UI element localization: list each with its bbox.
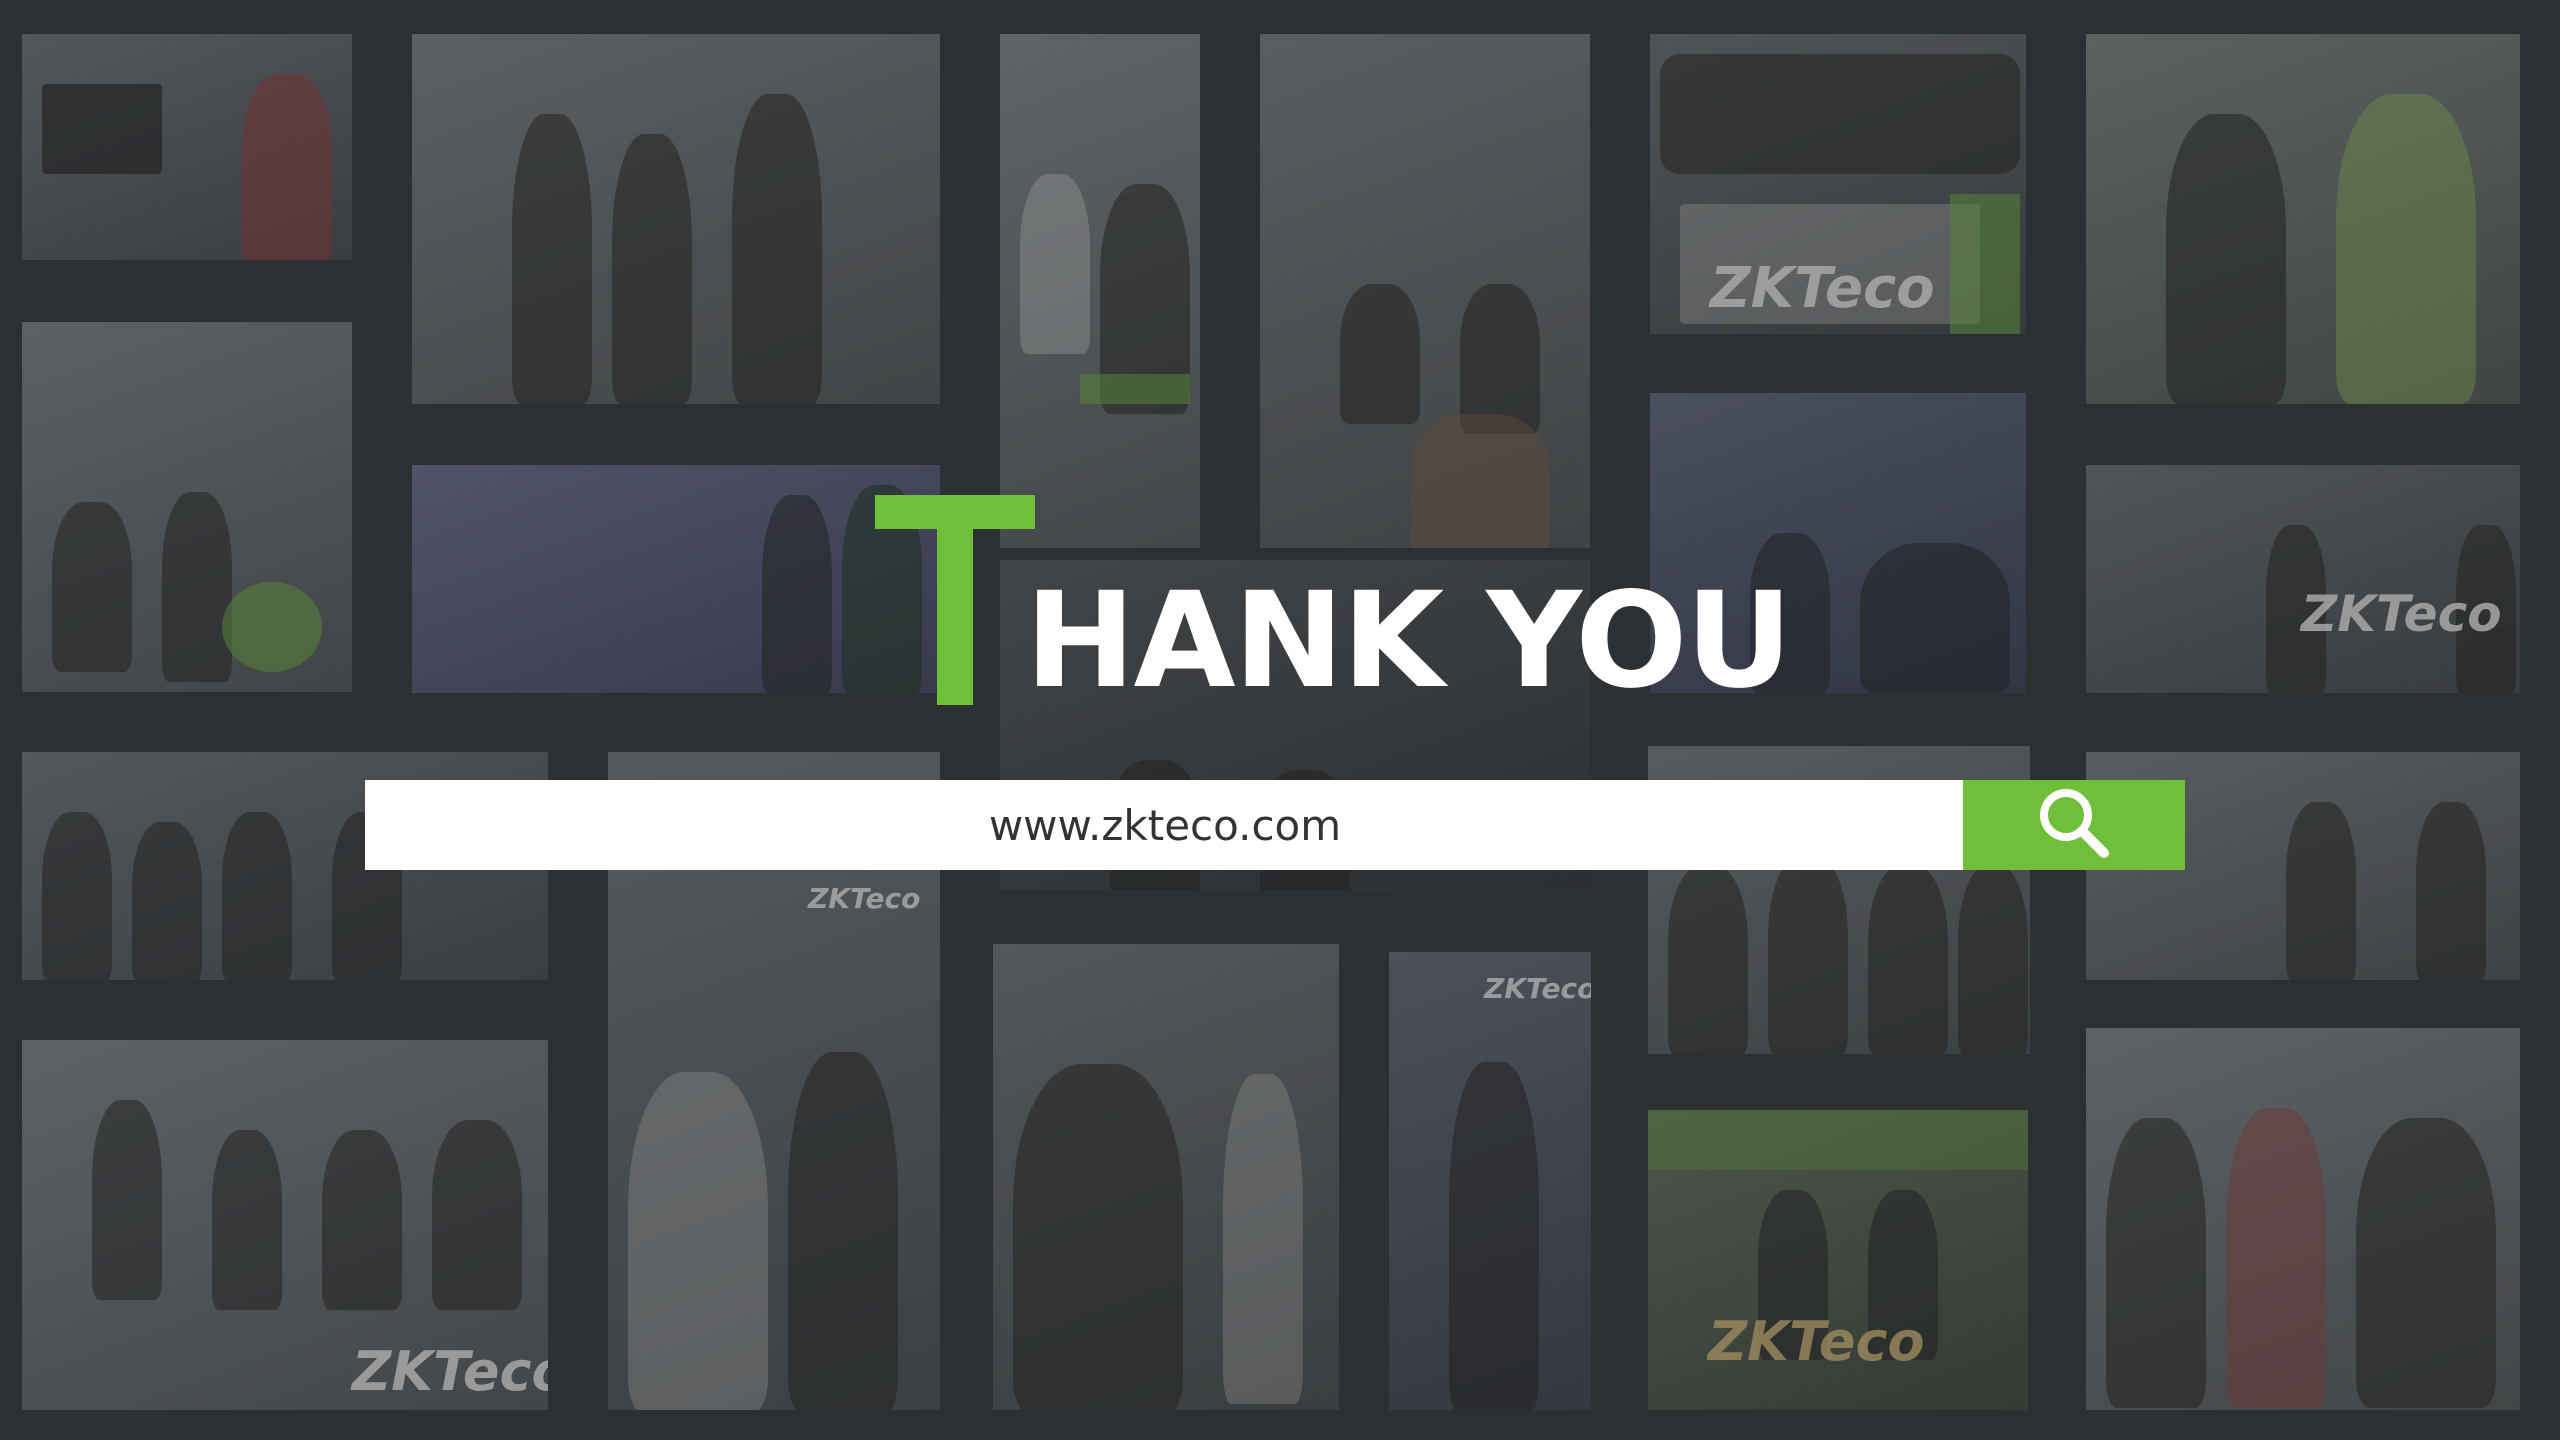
photo-booth-team: ZKTeco (22, 1040, 548, 1410)
photo-cycling-event (2086, 34, 2520, 404)
photo-gala-guest (993, 944, 1339, 1410)
photo-team-group-zkteco: ZKTeco (1650, 34, 2026, 334)
zkteco-logo: ZKTeco (808, 882, 921, 915)
website-url: www.zkteco.com (988, 800, 1342, 850)
zkteco-logo: ZKTeco (1710, 256, 1935, 321)
photo-booth-stand: ZKTeco (2086, 465, 2520, 693)
photo-stage-presentation (412, 34, 940, 404)
photo-perimeter-booth: ZKTeco (1648, 1110, 2028, 1410)
title-first-letter (875, 495, 1035, 705)
photo-team-celebration (2086, 1028, 2520, 1410)
photo-gala-dinner (1260, 34, 1590, 548)
title-text: HANK YOU (1025, 564, 1793, 718)
zkteco-sign: ZKTeco (1708, 1310, 1925, 1373)
zkteco-logo: ZKTeco (2301, 585, 2502, 643)
photo-event-hostess: ZKTeco (1389, 952, 1591, 1410)
photo-office-developer (22, 34, 352, 260)
thank-you-title: HANK YOU (875, 495, 1793, 707)
search-icon (2036, 785, 2112, 866)
photo-turnstile-demo (412, 465, 940, 693)
zkteco-logo: ZKTeco (1484, 972, 1591, 1005)
zkteco-logo: ZKTeco (352, 1340, 548, 1403)
photo-team-at-table (1000, 34, 1200, 548)
url-search-bar[interactable]: www.zkteco.com (365, 780, 2185, 870)
search-button[interactable] (1963, 780, 2185, 870)
photo-office-workspace (22, 322, 352, 692)
